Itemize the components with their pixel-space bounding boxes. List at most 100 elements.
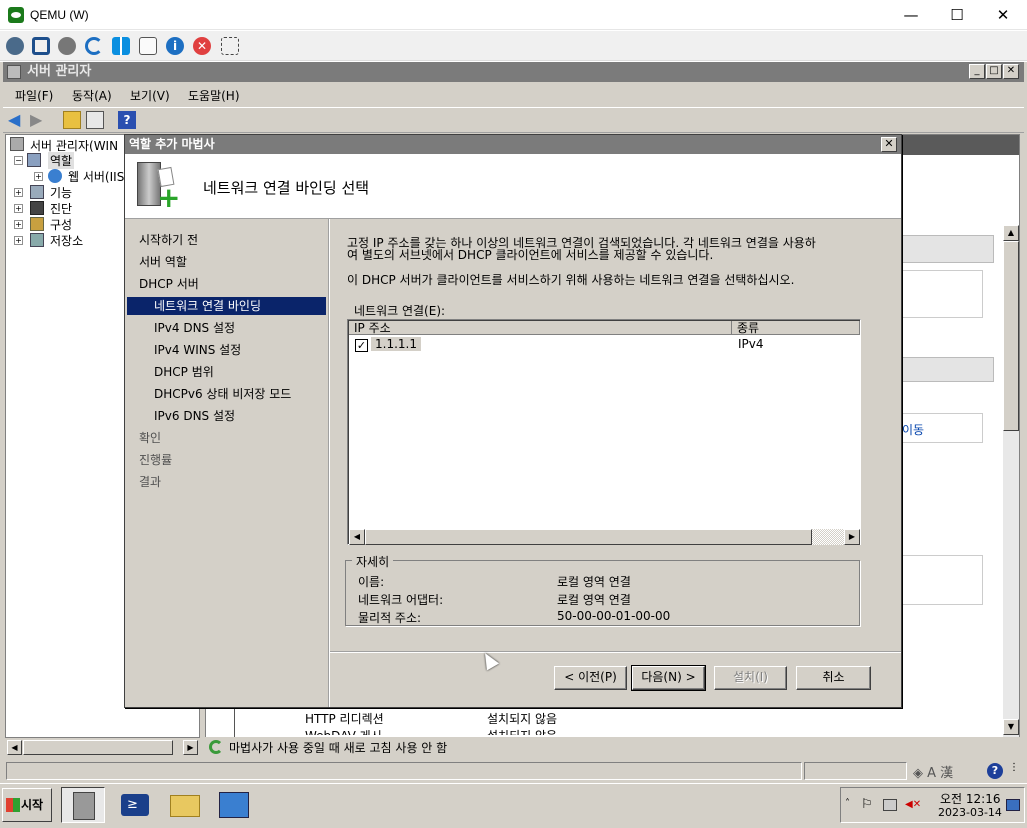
nav-before-you-begin[interactable]: 시작하기 전 <box>139 231 326 249</box>
role-service-status: 설치되지 않음 <box>487 712 558 726</box>
right-header-bar <box>901 135 1019 155</box>
tree-item-configuration[interactable]: 구성 <box>50 216 72 233</box>
tree-expander-web[interactable]: + <box>34 172 43 181</box>
qemu-close-button[interactable]: ✕ <box>980 4 1026 26</box>
list-scroll-right-button[interactable]: ▶ <box>844 529 860 545</box>
start-button[interactable]: 시작 <box>2 788 52 822</box>
back-arrow-icon[interactable]: ◀ <box>8 111 26 129</box>
wizard-titlebar: 역할 추가 마법사 <box>125 135 901 154</box>
ime-help-icon[interactable]: ? <box>987 763 1003 779</box>
clipped-row: WebDAV 게시 설치되지 않음 <box>305 727 605 735</box>
tree-item-features[interactable]: 기능 <box>50 184 72 201</box>
list-scroll-track[interactable] <box>812 529 844 545</box>
stop-icon[interactable]: ✕ <box>193 37 211 55</box>
fullscreen-icon[interactable] <box>32 37 50 55</box>
right-section-1 <box>901 235 994 263</box>
taskbar-control[interactable] <box>212 787 256 823</box>
tree-item-diagnostics[interactable]: 진단 <box>50 200 72 217</box>
wizard-close-button[interactable]: ✕ <box>881 137 897 152</box>
show-desktop-icon[interactable] <box>1006 799 1020 811</box>
tree-item-web-server[interactable]: 웹 서버(IIS <box>68 168 124 185</box>
nav-dhcp-scope[interactable]: DHCP 범위 <box>154 363 341 381</box>
ime-icon[interactable]: ◈ A 漢 <box>913 762 983 781</box>
diagnostics-icon <box>30 201 44 215</box>
show-tree-icon[interactable] <box>86 111 104 129</box>
next-button[interactable]: 다음(N) > <box>631 665 706 691</box>
column-header-type[interactable]: 종류 <box>732 321 860 335</box>
network-connections-list[interactable]: IP 주소 종류 ✓ 1.1.1.1 IPv4 ◀ ▶ <box>347 319 861 545</box>
tree-expander-features[interactable]: + <box>14 188 23 197</box>
nav-ipv6-dns[interactable]: IPv6 DNS 설정 <box>154 407 341 425</box>
document-icon[interactable] <box>139 37 157 55</box>
column-header-ip[interactable]: IP 주소 <box>349 321 732 335</box>
forward-arrow-icon[interactable]: ▶ <box>30 111 48 129</box>
action-center-flag-icon[interactable]: ⚐ <box>861 797 873 812</box>
menu-file[interactable]: 파일(F) <box>15 87 53 104</box>
detail-mac-value: 50-00-00-01-00-00 <box>557 609 671 623</box>
install-button[interactable]: 설치(I) <box>714 666 787 690</box>
detail-name-value: 로컬 영역 연결 <box>557 575 631 589</box>
back-button[interactable]: < 이전(P) <box>554 666 627 690</box>
nav-server-roles[interactable]: 서버 역할 <box>139 253 326 271</box>
right-section-2 <box>901 357 994 382</box>
tree-expander-configuration[interactable]: + <box>14 220 23 229</box>
clock-time[interactable]: 오전 12:16 <box>940 790 1000 807</box>
sm-maximize-button[interactable]: □ <box>986 64 1002 79</box>
up-folder-icon[interactable] <box>63 111 81 129</box>
list-scroll-left-button[interactable]: ◀ <box>349 529 365 545</box>
tree-expander-storage[interactable]: + <box>14 236 23 245</box>
volume-muted-icon[interactable]: ◀✕ <box>905 798 921 812</box>
taskbar-explorer[interactable] <box>163 787 207 823</box>
taskbar-server-manager[interactable] <box>61 787 105 823</box>
right-link-box: 이동 <box>901 413 983 443</box>
status-panel-2 <box>804 762 907 780</box>
menu-view[interactable]: 보기(V) <box>130 87 170 104</box>
role-service-name-2: WebDAV 게시 <box>305 727 382 735</box>
nav-dhcp-server[interactable]: DHCP 서버 <box>139 275 326 293</box>
instruction-text: 이 DHCP 서버가 클라이언트를 서비스하기 위해 사용하는 네트워크 연결을… <box>347 273 795 287</box>
right-scroll-up-button[interactable]: ▲ <box>1003 225 1019 241</box>
qemu-minimize-button[interactable]: — <box>888 4 934 26</box>
right-scroll-down-button[interactable]: ▼ <box>1003 719 1019 735</box>
nav-network-bindings[interactable]: 네트워크 연결 바인딩 <box>127 297 326 315</box>
nav-dhcpv6-stateless[interactable]: DHCPv6 상태 비저장 모드 <box>154 385 341 403</box>
tree-scroll-left-button[interactable]: ◀ <box>7 740 22 755</box>
list-hscrollbar[interactable]: ◀ ▶ <box>349 529 860 545</box>
tree-item-storage[interactable]: 저장소 <box>50 232 83 249</box>
eject-icon[interactable] <box>221 37 239 55</box>
info-icon[interactable]: i <box>166 37 184 55</box>
tree-scroll-right-button[interactable]: ▶ <box>183 740 198 755</box>
right-pane-link[interactable]: 이동 <box>902 421 924 438</box>
help-icon[interactable]: ? <box>118 111 136 129</box>
tree-scroll-thumb[interactable] <box>23 740 173 755</box>
sm-toolbar <box>3 107 1024 133</box>
clock-date[interactable]: 2023-03-14 <box>938 806 1002 819</box>
taskbar-powershell[interactable]: ≥ <box>113 787 157 823</box>
ime-options-icon[interactable]: ⋮ <box>1009 762 1019 773</box>
right-scroll-thumb[interactable] <box>1003 241 1019 431</box>
network-icon[interactable] <box>883 799 897 811</box>
roles-icon <box>27 153 41 167</box>
gear-icon[interactable] <box>58 37 76 55</box>
cancel-button[interactable]: 취소 <box>796 666 871 690</box>
tray-expand-icon[interactable]: ˄ <box>845 798 850 809</box>
sm-close-button[interactable]: ✕ <box>1003 64 1019 79</box>
menu-help[interactable]: 도움말(H) <box>188 87 240 104</box>
qemu-maximize-button[interactable]: ☐ <box>934 4 980 26</box>
detail-adapter-label: 네트워크 어댑터: <box>358 593 444 607</box>
refresh-icon[interactable] <box>85 37 103 55</box>
tree-item-roles[interactable]: 역할 <box>48 152 75 169</box>
web-server-icon <box>48 169 62 183</box>
connection-checkbox[interactable]: ✓ <box>355 339 368 352</box>
nav-ipv4-dns[interactable]: IPv4 DNS 설정 <box>154 319 341 337</box>
refresh-status-icon <box>209 740 223 754</box>
nav-ipv4-wins[interactable]: IPv4 WINS 설정 <box>154 341 341 359</box>
list-row[interactable]: ✓ 1.1.1.1 IPv4 <box>349 336 860 354</box>
tree-expander-roles[interactable]: − <box>14 156 23 165</box>
sm-minimize-button[interactable]: _ <box>969 64 985 79</box>
settings-icon[interactable] <box>6 37 24 55</box>
windows-icon[interactable] <box>112 37 130 55</box>
tree-expander-diagnostics[interactable]: + <box>14 204 23 213</box>
menu-action[interactable]: 동작(A) <box>72 87 112 104</box>
list-scroll-thumb[interactable] <box>365 529 812 545</box>
